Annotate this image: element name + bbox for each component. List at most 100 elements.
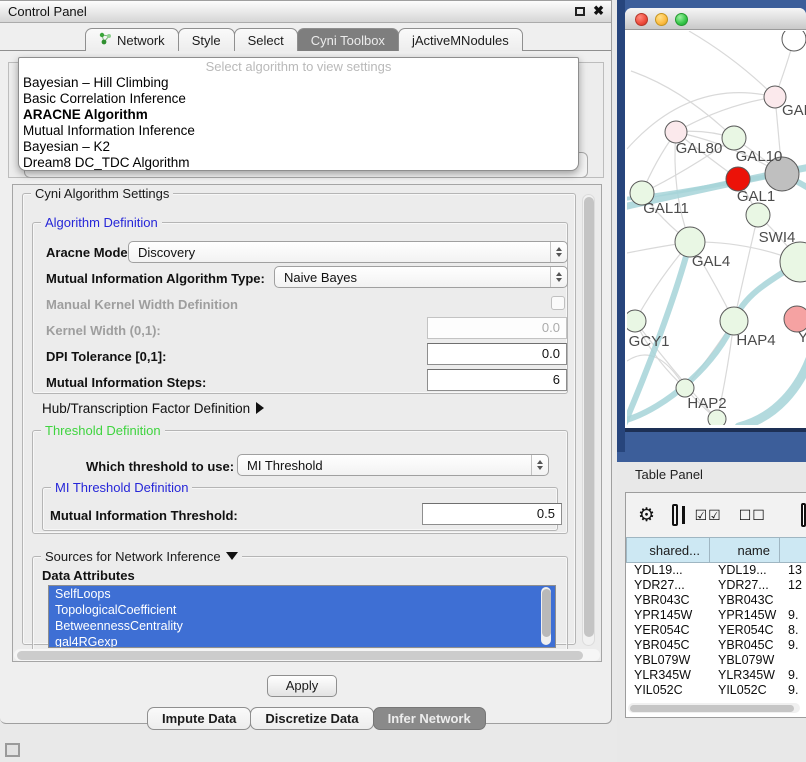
attribute-item[interactable]: gal4RGexp: [49, 634, 555, 648]
algorithm-option[interactable]: Basic Correlation Inference: [19, 91, 578, 107]
network-node[interactable]: [627, 310, 646, 332]
network-node-label: GAL4: [692, 253, 730, 270]
window-shadow-band: [617, 0, 625, 452]
columns-icon[interactable]: [672, 504, 678, 526]
aracne-mode-label: Aracne Mode:: [46, 245, 132, 260]
algorithm-option[interactable]: Bayesian – Hill Climbing: [19, 75, 578, 91]
data-attributes-list: SelfLoopsTopologicalCoefficientBetweenne…: [48, 585, 556, 648]
dock-button[interactable]: [5, 743, 20, 757]
network-node-label: GCY1: [629, 333, 670, 350]
which-threshold-value: MI Threshold: [238, 458, 531, 473]
tab-select[interactable]: Select: [234, 28, 298, 51]
table-row[interactable]: YBR043CYBR043C: [626, 593, 806, 608]
attribute-item[interactable]: BetweennessCentrality: [49, 618, 555, 634]
table-row[interactable]: YDR27...YDR27...12: [626, 578, 806, 593]
table-cell: YIL052C: [710, 683, 780, 698]
network-node[interactable]: [780, 242, 806, 282]
checked-boxes-icon[interactable]: ☑☑: [695, 507, 722, 524]
hub-definition-toggle[interactable]: Hub/Transcription Factor Definition: [42, 401, 264, 416]
algorithm-definition-label: Algorithm Definition: [41, 215, 162, 230]
restore-icon[interactable]: [575, 7, 585, 16]
aracne-mode-combo[interactable]: Discovery: [128, 241, 568, 263]
mac-minimize-icon[interactable]: [655, 13, 668, 26]
page-icon[interactable]: [801, 503, 806, 527]
bottom-tabs: Impute DataDiscretize DataInfer Network: [148, 707, 486, 730]
manual-kernel-width-checkbox[interactable]: [551, 296, 565, 310]
mi-threshold-field[interactable]: 0.5: [422, 503, 562, 525]
which-threshold-combo[interactable]: MI Threshold: [237, 454, 549, 476]
network-node[interactable]: [708, 410, 726, 425]
table-cell: 9.: [780, 608, 806, 623]
table-row[interactable]: YBR045CYBR045C9.: [626, 638, 806, 653]
column-header-3[interactable]: A: [780, 537, 806, 563]
mac-zoom-icon[interactable]: [675, 13, 688, 26]
tab-jactivemnodules[interactable]: jActiveMNodules: [398, 28, 523, 51]
table-cell: 13: [780, 563, 806, 578]
table-cell: YIL052C: [626, 683, 710, 698]
tab-network[interactable]: Network: [85, 28, 179, 51]
attribute-item[interactable]: TopologicalCoefficient: [49, 602, 555, 618]
tab-label: Style: [192, 33, 221, 48]
table-cell: [780, 593, 806, 608]
gear-icon[interactable]: ⚙: [638, 504, 655, 527]
algorithm-option[interactable]: ARACNE Algorithm: [19, 107, 578, 123]
table-row[interactable]: YIL052CYIL052C9.: [626, 683, 806, 698]
tab-label: Select: [248, 33, 284, 48]
settings-horizontal-scrollbar-thumb[interactable]: [17, 651, 583, 660]
close-icon[interactable]: ✖: [593, 3, 604, 19]
table-cell: YER054C: [626, 623, 710, 638]
algorithm-dropdown-popup: Select algorithm to view settings Bayesi…: [18, 57, 579, 171]
expand-arrow-icon: [256, 402, 264, 414]
table-horizontal-scrollbar-thumb[interactable]: [630, 705, 794, 712]
mi-steps-label: Mutual Information Steps:: [46, 375, 206, 390]
table-row[interactable]: YLR345WYLR345W9.: [626, 668, 806, 683]
table-row[interactable]: YER054CYER054C8.: [626, 623, 806, 638]
apply-button[interactable]: Apply: [267, 675, 337, 697]
algorithm-option[interactable]: Bayesian – K2: [19, 139, 578, 155]
unchecked-boxes-icon[interactable]: ☐☐: [739, 507, 766, 524]
table-cell: YLR345W: [710, 668, 780, 683]
table-row[interactable]: YPR145WYPR145W9.: [626, 608, 806, 623]
mac-close-icon[interactable]: [635, 13, 648, 26]
table-row[interactable]: YDL19...YDL19...13: [626, 563, 806, 578]
algorithm-option[interactable]: Dream8 DC_TDC Algorithm: [19, 155, 578, 171]
network-edge: [627, 355, 685, 388]
mi-algorithm-type-combo[interactable]: Naive Bayes: [274, 266, 568, 288]
table-cell: YBR045C: [626, 638, 710, 653]
network-node[interactable]: [720, 307, 748, 335]
network-icon: [99, 32, 112, 48]
attributes-scrollbar-thumb[interactable]: [542, 589, 551, 637]
sources-group-label[interactable]: Sources for Network Inference: [41, 549, 242, 564]
tab-style[interactable]: Style: [178, 28, 235, 51]
bottom-tab-discretize-data[interactable]: Discretize Data: [250, 707, 373, 730]
sources-title: Sources for Network Inference: [45, 549, 221, 564]
column-header-2[interactable]: name: [710, 537, 780, 563]
table-panel-title: Table Panel: [635, 467, 703, 482]
dpi-tolerance-field[interactable]: 0.0: [427, 343, 567, 365]
table-cell: YBR043C: [710, 593, 780, 608]
settings-vertical-scrollbar-thumb[interactable]: [584, 197, 594, 637]
tab-cyni-toolbox[interactable]: Cyni Toolbox: [297, 28, 399, 51]
table-cell: YPR145W: [710, 608, 780, 623]
algorithm-option[interactable]: Mutual Information Inference: [19, 123, 578, 139]
network-node[interactable]: [722, 126, 746, 150]
network-node[interactable]: [782, 31, 806, 51]
mi-steps-field[interactable]: 6: [427, 369, 567, 391]
attribute-item[interactable]: SelfLoops: [49, 586, 555, 602]
table-toolbar: ⚙ ☑☑ ☐☐: [626, 493, 806, 537]
mi-threshold-label: Mutual Information Threshold:: [50, 508, 238, 523]
network-node-label: HAP4: [736, 332, 775, 349]
control-panel-tabs: Network Style Select Cyni ToolboxjActiveMNo…: [86, 28, 523, 51]
network-node-label: GAL1: [737, 188, 775, 205]
kernel-width-field[interactable]: 0.0: [427, 317, 567, 339]
bottom-tab-infer-network[interactable]: Infer Network: [373, 707, 486, 730]
column-header-1[interactable]: shared...: [626, 537, 710, 563]
mi-algorithm-type-value: Naive Bayes: [275, 270, 550, 285]
bottom-tab-impute-data[interactable]: Impute Data: [147, 707, 251, 730]
network-canvas[interactable]: GALGAL80GAL10GAL1GAL11SWI4GAL4GCY1HAP4YH…: [627, 31, 806, 425]
network-node-label: SWI4: [759, 229, 796, 246]
network-node[interactable]: [746, 203, 770, 227]
table-cell: YLR345W: [626, 668, 710, 683]
table-row[interactable]: YBL079WYBL079W: [626, 653, 806, 668]
combo-stepper-icon: [550, 267, 567, 287]
